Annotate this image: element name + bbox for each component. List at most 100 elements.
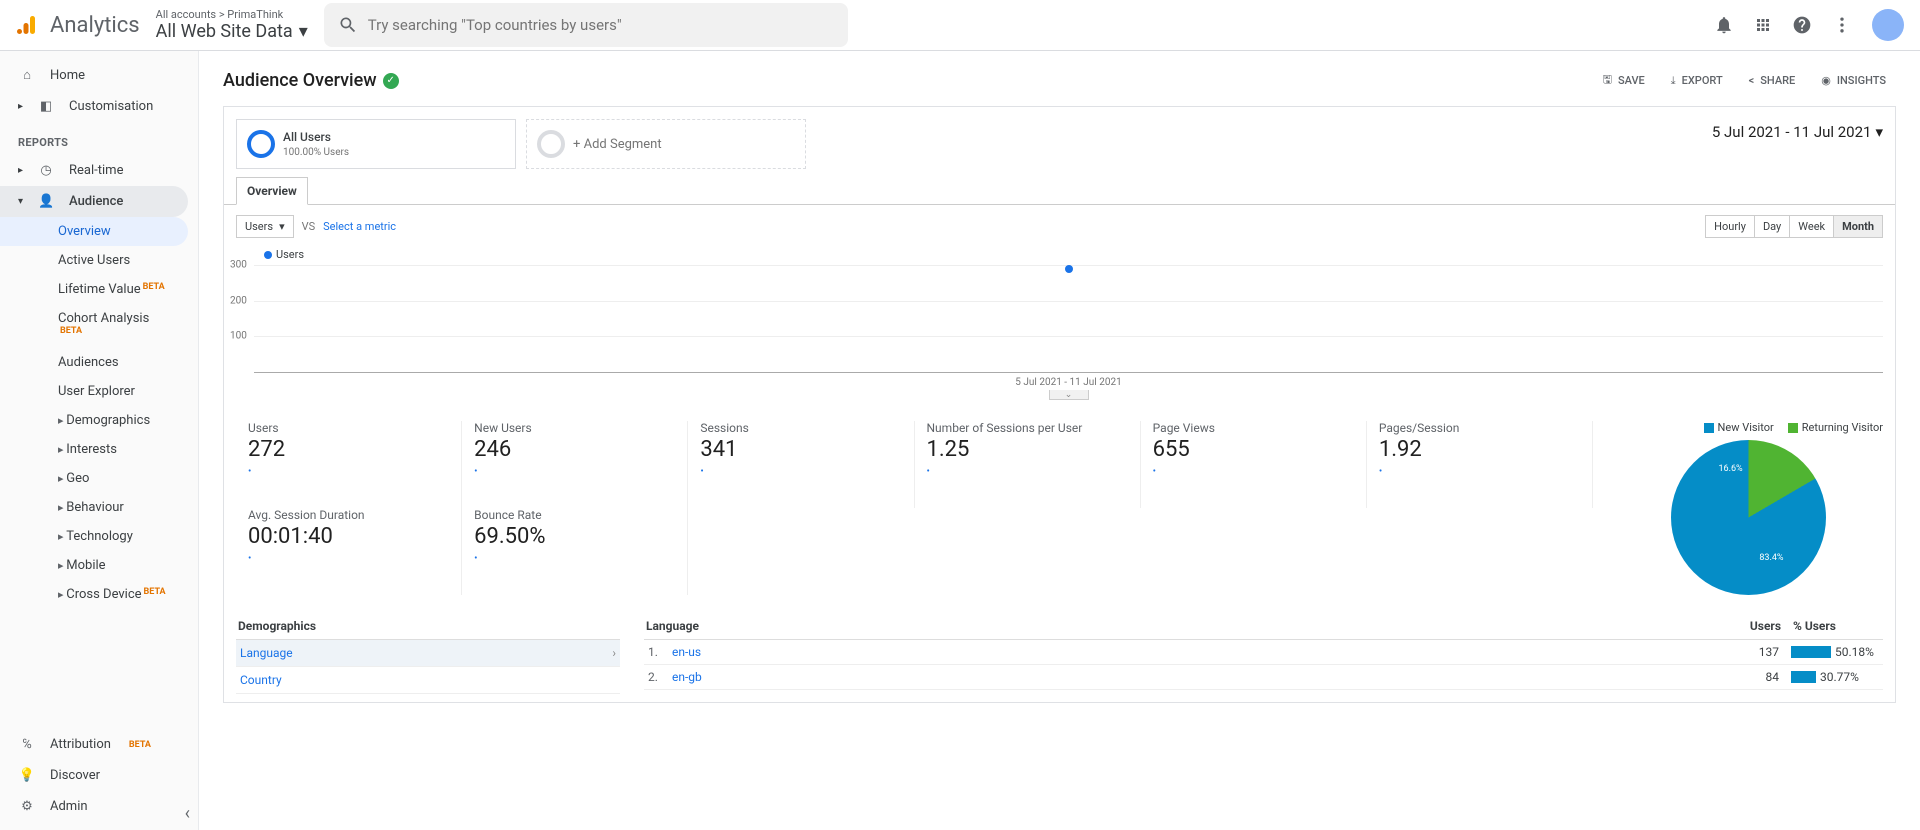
sub-cohort[interactable]: Cohort AnalysisBETA bbox=[0, 304, 198, 348]
nav-home[interactable]: ⌂Home bbox=[0, 59, 198, 91]
sub-cross-device[interactable]: ▸ Cross DeviceBETA bbox=[0, 580, 198, 609]
metric-avg-session-duration[interactable]: Avg. Session Duration00:01:40• bbox=[236, 508, 462, 595]
compare-metric-link[interactable]: Select a metric bbox=[323, 220, 396, 233]
reports-section-label: REPORTS bbox=[0, 122, 198, 155]
save-icon: 🖫 bbox=[1603, 71, 1612, 90]
lang-link[interactable]: en-gb bbox=[672, 670, 1719, 684]
metric-number-of-sessions-per-user[interactable]: Number of Sessions per User1.25• bbox=[915, 421, 1141, 508]
sub-mobile[interactable]: ▸ Mobile bbox=[0, 551, 198, 580]
legend-returning-swatch bbox=[1788, 423, 1798, 433]
sub-user-explorer[interactable]: User Explorer bbox=[0, 377, 198, 406]
clock-icon: ◷ bbox=[37, 163, 55, 178]
lang-row[interactable]: 1.en-us13750.18% bbox=[644, 640, 1883, 665]
export-icon: ⤓ bbox=[1671, 74, 1676, 88]
insights-icon: ◉ bbox=[1821, 74, 1831, 87]
metric-page-views[interactable]: Page Views655• bbox=[1141, 421, 1367, 508]
primary-metric-selector[interactable]: Users▾ bbox=[236, 215, 294, 238]
page-title: Audience Overview bbox=[223, 70, 377, 91]
save-button[interactable]: 🖫SAVE bbox=[1593, 65, 1655, 96]
legend-new-swatch bbox=[1704, 423, 1714, 433]
gran-week[interactable]: Week bbox=[1790, 216, 1834, 237]
property-name: All Web Site Data bbox=[156, 21, 293, 42]
nav-admin[interactable]: ⚙Admin bbox=[0, 791, 198, 822]
lightbulb-icon: 💡 bbox=[18, 768, 36, 783]
dashboard-icon: ◧ bbox=[37, 99, 55, 114]
pie-slice-new-label: 83.4% bbox=[1759, 553, 1783, 563]
nav-customisation[interactable]: ▸◧Customisation bbox=[0, 91, 198, 122]
dropdown-caret-icon: ▾ bbox=[299, 21, 308, 42]
dropdown-caret-icon: ▾ bbox=[1875, 123, 1883, 141]
search-box[interactable] bbox=[324, 3, 848, 47]
share-button[interactable]: <SHARE bbox=[1739, 68, 1806, 93]
sub-lifetime-value[interactable]: Lifetime ValueBETA bbox=[0, 275, 198, 304]
sub-geo[interactable]: ▸ Geo bbox=[0, 464, 198, 493]
legend-new-label: New Visitor bbox=[1718, 421, 1774, 434]
tab-overview[interactable]: Overview bbox=[236, 177, 308, 205]
sub-active-users[interactable]: Active Users bbox=[0, 246, 198, 275]
col-pct-users: % Users bbox=[1781, 619, 1881, 633]
gran-month[interactable]: Month bbox=[1834, 216, 1882, 237]
line-chart[interactable]: 100200300 bbox=[254, 265, 1883, 373]
help-icon[interactable] bbox=[1792, 15, 1812, 35]
sub-demographics[interactable]: ▸ Demographics bbox=[0, 406, 198, 435]
logo[interactable]: Analytics bbox=[16, 13, 140, 38]
dim-language[interactable]: Language› bbox=[236, 640, 620, 667]
apps-switcher-icon[interactable] bbox=[1754, 16, 1772, 34]
notifications-icon[interactable] bbox=[1714, 15, 1734, 35]
analytics-logo-icon bbox=[16, 13, 40, 37]
col-users: Users bbox=[1721, 619, 1781, 633]
person-icon: 👤 bbox=[37, 194, 55, 209]
search-input[interactable] bbox=[368, 16, 834, 34]
metric-bounce-rate[interactable]: Bounce Rate69.50%• bbox=[462, 508, 688, 595]
attribution-icon: ℅ bbox=[18, 737, 36, 752]
metric-pages-session[interactable]: Pages/Session1.92• bbox=[1367, 421, 1593, 508]
sub-technology[interactable]: ▸ Technology bbox=[0, 522, 198, 551]
chart-drag-handle[interactable]: ⌄ bbox=[254, 386, 1883, 401]
chevron-right-icon: › bbox=[612, 646, 616, 660]
sub-interests[interactable]: ▸ Interests bbox=[0, 435, 198, 464]
metric-sessions[interactable]: Sessions341• bbox=[688, 421, 914, 508]
account-selector[interactable]: All accounts > PrimaThink All Web Site D… bbox=[156, 8, 308, 42]
nav-audience[interactable]: ▾👤Audience bbox=[0, 186, 188, 217]
more-icon[interactable] bbox=[1832, 15, 1852, 35]
home-icon: ⌂ bbox=[18, 67, 36, 83]
sub-behaviour[interactable]: ▸ Behaviour bbox=[0, 493, 198, 522]
legend-dot-icon bbox=[264, 251, 272, 259]
segment-ring-icon bbox=[247, 130, 275, 158]
lang-row[interactable]: 2.en-gb8430.77% bbox=[644, 665, 1883, 690]
add-segment-ring-icon bbox=[537, 130, 565, 158]
brand-text: Analytics bbox=[50, 13, 140, 38]
dim-country[interactable]: Country bbox=[236, 667, 620, 694]
gran-hourly[interactable]: Hourly bbox=[1706, 216, 1755, 237]
add-segment-button[interactable]: + Add Segment bbox=[526, 119, 806, 169]
insights-button[interactable]: ◉INSIGHTS bbox=[1811, 68, 1896, 93]
chart-series-name: Users bbox=[276, 248, 304, 261]
vs-label: VS bbox=[302, 220, 316, 233]
verified-icon: ✓ bbox=[383, 73, 399, 89]
date-range-picker[interactable]: 5 Jul 2021 - 11 Jul 2021▾ bbox=[1700, 107, 1895, 157]
dropdown-caret-icon: ▾ bbox=[279, 220, 285, 233]
gran-day[interactable]: Day bbox=[1755, 216, 1790, 237]
lang-link[interactable]: en-us bbox=[672, 645, 1719, 659]
dimensions-header: Demographics bbox=[236, 613, 620, 640]
pie-slice-returning-label: 16.6% bbox=[1719, 464, 1743, 474]
metric-users[interactable]: Users272• bbox=[236, 421, 462, 508]
pie-chart[interactable]: 16.6% 83.4% bbox=[1671, 440, 1826, 595]
user-avatar[interactable] bbox=[1872, 9, 1904, 41]
metric-new-users[interactable]: New Users246• bbox=[462, 421, 688, 508]
granularity-toggle: Hourly Day Week Month bbox=[1705, 215, 1883, 238]
segment-subtitle: 100.00% Users bbox=[283, 147, 349, 158]
segment-all-users[interactable]: All Users 100.00% Users bbox=[236, 119, 516, 169]
add-segment-label: + Add Segment bbox=[573, 137, 662, 152]
segment-title: All Users bbox=[283, 130, 349, 144]
nav-realtime[interactable]: ▸◷Real-time bbox=[0, 155, 198, 186]
sub-overview[interactable]: Overview bbox=[0, 217, 188, 246]
nav-discover[interactable]: 💡Discover bbox=[0, 760, 198, 791]
nav-attribution[interactable]: ℅AttributionBETA bbox=[0, 729, 198, 760]
data-point[interactable] bbox=[1065, 265, 1073, 273]
sidebar: ⌂Home ▸◧Customisation REPORTS ▸◷Real-tim… bbox=[0, 51, 199, 830]
search-icon bbox=[338, 15, 358, 35]
collapse-sidebar-icon[interactable]: ‹ bbox=[185, 803, 190, 824]
export-button[interactable]: ⤓EXPORT bbox=[1661, 68, 1733, 94]
sub-audiences[interactable]: Audiences bbox=[0, 348, 198, 377]
